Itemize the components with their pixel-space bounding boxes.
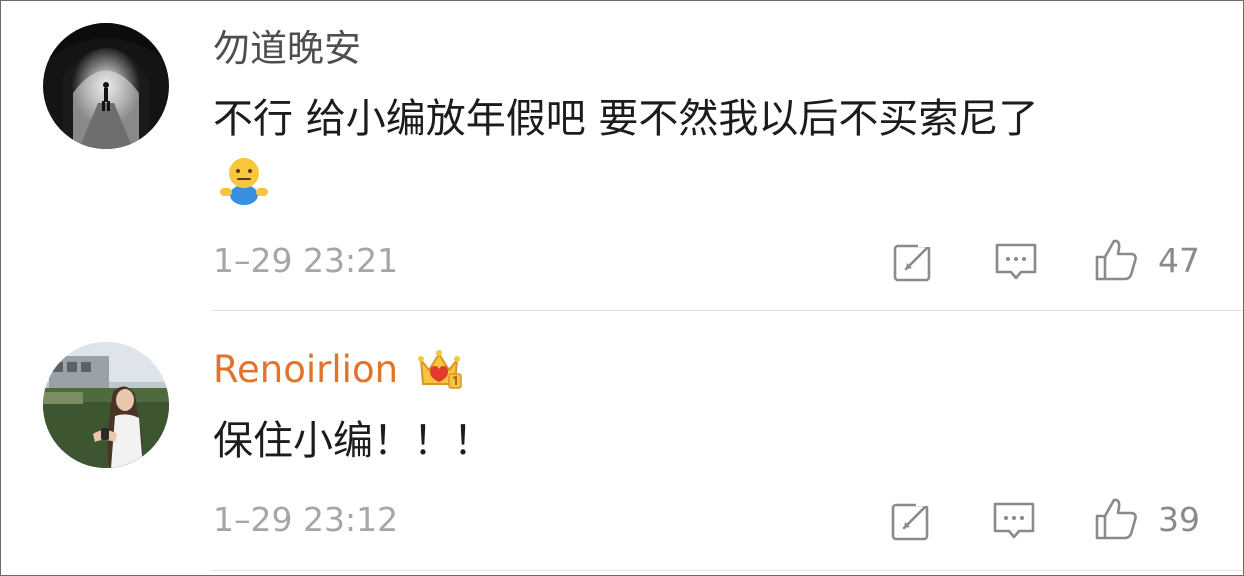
repost-icon[interactable] [890, 498, 934, 542]
comment-time: 1–29 23:21 [213, 241, 399, 280]
repost-icon[interactable] [892, 239, 936, 283]
crown-icon [418, 350, 462, 389]
like-count: 39 [1158, 500, 1200, 539]
reply-icon[interactable] [992, 498, 1036, 542]
divider [211, 570, 1243, 571]
username[interactable]: 勿道晚安 [213, 27, 361, 71]
avatar[interactable] [43, 23, 169, 149]
comment-time: 1–29 23:12 [213, 500, 399, 539]
woman-photo-icon [43, 342, 169, 468]
like-count: 47 [1158, 241, 1200, 280]
username[interactable]: Renoirlion [213, 348, 398, 392]
comment-list: 勿道晚安 不行 给小编放年假吧 要不然我以后不买索尼了 1–29 23:21 4… [0, 0, 1244, 576]
like-icon[interactable] [1094, 237, 1138, 281]
comment-text: 不行 给小编放年假吧 要不然我以后不买索尼了 [213, 96, 1039, 142]
tunnel-photo-icon [43, 23, 169, 149]
shrug-emoji-icon [220, 158, 268, 205]
like-icon[interactable] [1094, 496, 1138, 540]
comment-item: Renoirlion 保住小编！！！ 1–29 23:12 39 [1, 312, 1243, 574]
divider [211, 310, 1243, 311]
reply-icon[interactable] [994, 239, 1038, 283]
avatar[interactable] [43, 342, 169, 468]
comment-item: 勿道晚安 不行 给小编放年假吧 要不然我以后不买索尼了 1–29 23:21 4… [1, 1, 1243, 311]
comment-text: 保住小编！！！ [213, 418, 493, 464]
